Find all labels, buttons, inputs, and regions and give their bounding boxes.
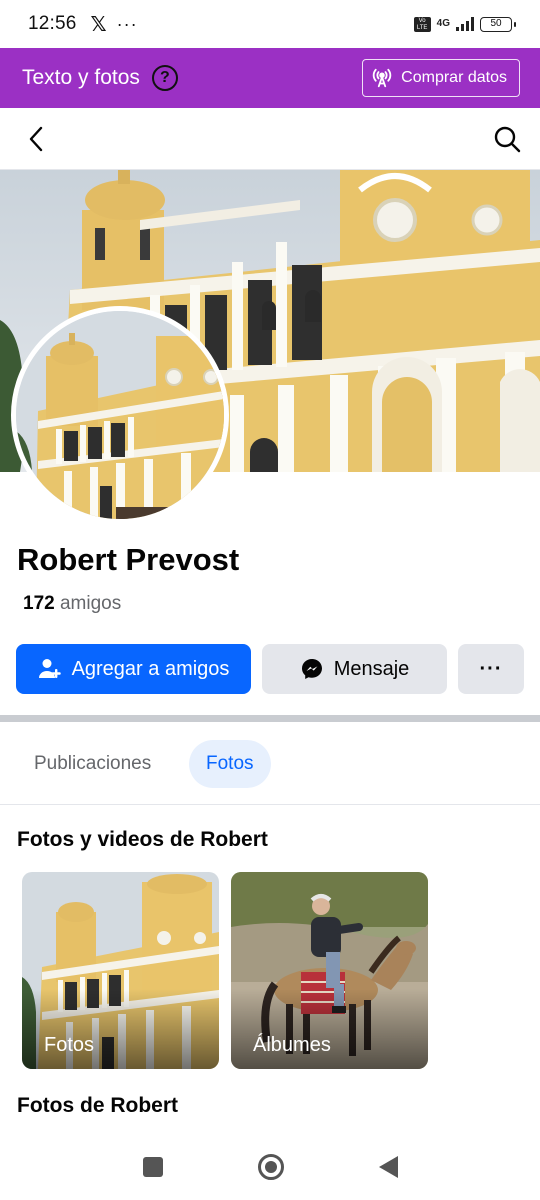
home-button[interactable]	[257, 1154, 284, 1180]
friends-count-line[interactable]: 172 amigos	[23, 593, 121, 615]
profile-avatar[interactable]	[11, 306, 229, 524]
albums-card[interactable]: Álbumes	[231, 872, 428, 1069]
help-icon[interactable]: ?	[151, 65, 178, 91]
system-navigation-bar	[0, 1134, 540, 1200]
photos-videos-heading: Fotos y videos de Robert	[17, 828, 268, 851]
tab-posts[interactable]: Publicaciones	[20, 740, 165, 788]
signal-icon	[456, 17, 474, 31]
system-back-button[interactable]	[378, 1156, 398, 1178]
chevron-left-icon	[29, 126, 43, 151]
more-options-button[interactable]: ···	[458, 644, 524, 694]
status-bar: 12:56 𝕏 ··· Vo LTE 4G 50	[0, 0, 540, 48]
data-promo-bar: Texto y fotos ? Comprar datos	[0, 48, 540, 108]
x-app-icon: 𝕏	[90, 13, 107, 36]
add-friend-label: Agregar a amigos	[71, 657, 230, 680]
section-divider	[0, 715, 540, 722]
top-nav	[0, 108, 540, 170]
card-shade	[231, 989, 428, 1069]
message-label: Mensaje	[333, 657, 410, 680]
search-icon	[494, 126, 521, 152]
tab-photos[interactable]: Fotos	[189, 740, 271, 788]
volte-icon: Vo LTE	[413, 16, 431, 32]
recent-apps-button[interactable]	[142, 1157, 163, 1177]
messenger-icon	[301, 659, 322, 679]
cathedral-avatar-image	[16, 311, 224, 519]
friends-label: amigos	[59, 593, 122, 614]
card-shade	[22, 989, 219, 1069]
photos-card[interactable]: Fotos	[22, 872, 219, 1069]
profile-name: Robert Prevost	[17, 542, 240, 577]
tabs-divider	[0, 804, 540, 805]
message-button[interactable]: Mensaje	[262, 644, 447, 694]
photos-card-label: Fotos	[44, 1034, 95, 1056]
promo-title: Texto y fotos	[22, 66, 140, 89]
battery-icon: 50	[480, 16, 516, 32]
buy-data-label: Comprar datos	[401, 69, 507, 86]
home-dot-icon	[264, 1161, 277, 1173]
more-notifications-icon: ···	[116, 13, 138, 34]
albums-card-label: Álbumes	[253, 1034, 331, 1056]
add-person-icon	[38, 659, 61, 678]
status-time: 12:56	[28, 13, 77, 34]
robert-photos-heading: Fotos de Robert	[17, 1094, 178, 1117]
buy-data-button[interactable]: Comprar datos	[362, 59, 520, 97]
search-button[interactable]	[492, 124, 522, 154]
broadcast-icon	[372, 68, 392, 88]
back-button[interactable]	[22, 124, 52, 154]
status-indicators: Vo LTE 4G 50	[413, 16, 516, 32]
network-type: 4G	[436, 18, 450, 29]
add-friend-button[interactable]: Agregar a amigos	[16, 644, 251, 694]
friends-count: 172	[23, 593, 55, 614]
